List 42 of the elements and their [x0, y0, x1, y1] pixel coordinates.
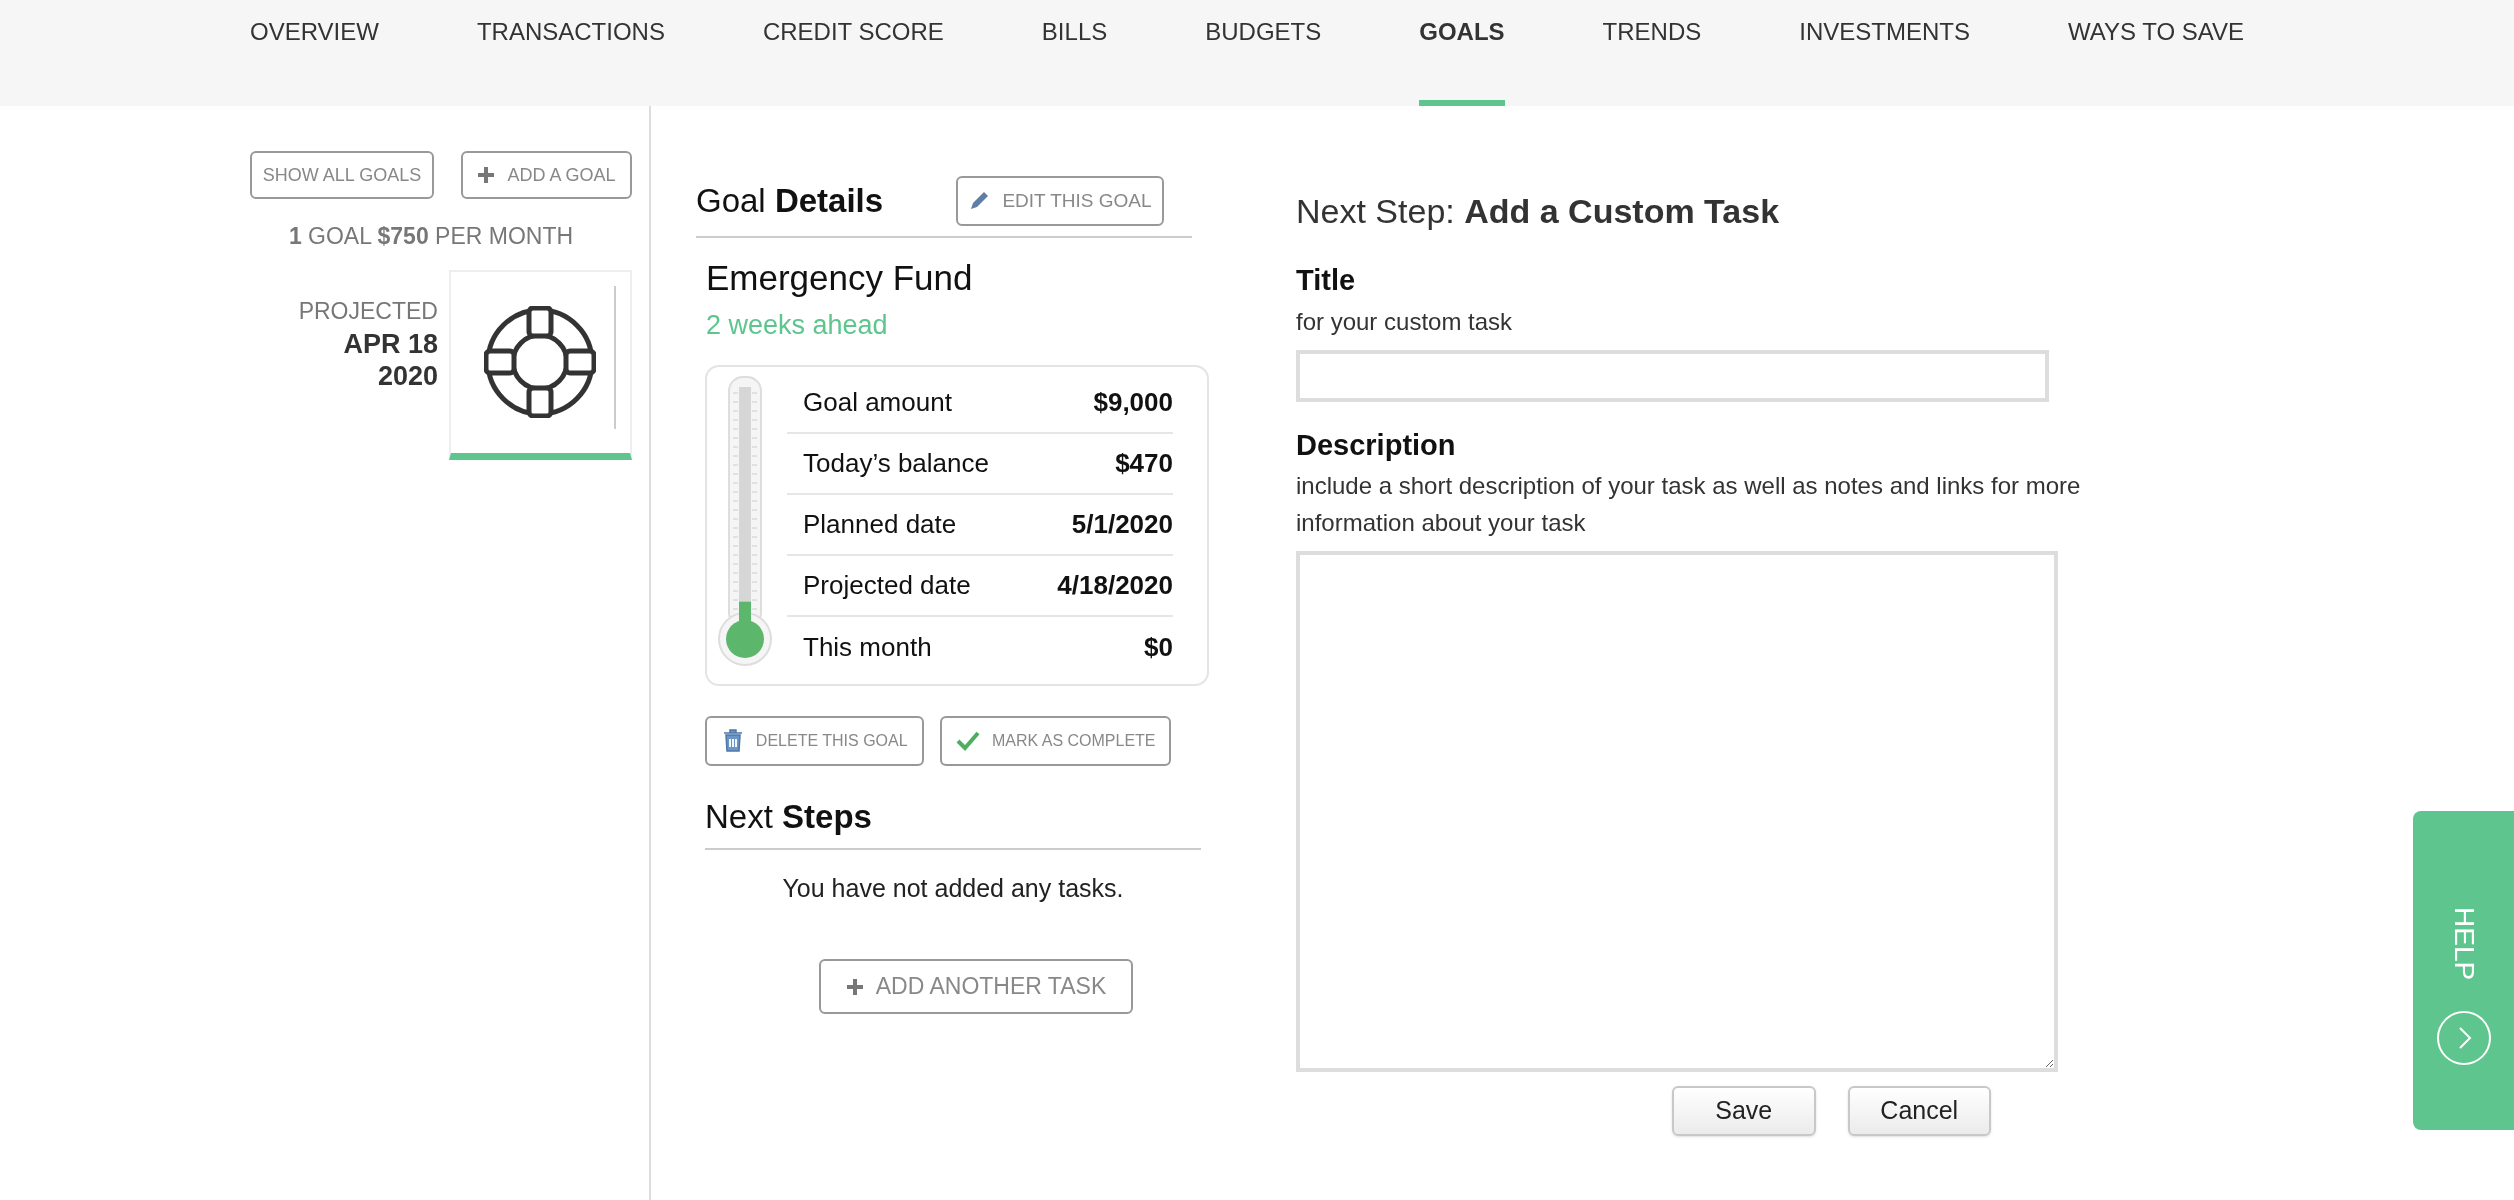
field-label: Title: [1296, 263, 1357, 298]
detail-value: 5/1/2020: [1071, 508, 1173, 541]
nav-tab[interactable]: BUDGETS: [1205, 0, 1322, 106]
projected-date: 2020: [376, 360, 438, 392]
field-hint: include a short description of your task as well as notes and links for more information about your task: [1296, 471, 2082, 538]
projected-label: PROJECTED: [297, 296, 438, 326]
detail-value: $470: [1115, 447, 1173, 480]
form-heading: Next Step: Add a Custom Task: [1296, 191, 1781, 232]
goal-status: 2 weeks ahead: [706, 308, 889, 342]
detail-value: 4/18/2020: [1057, 569, 1173, 602]
delete-goal-button[interactable]: DELETE THIS GOAL: [705, 716, 925, 766]
detail-value: $0: [1144, 631, 1173, 664]
add-task-button[interactable]: ADD ANOTHER TASK: [819, 959, 1133, 1014]
empty-tasks-message: You have not added any tasks.: [781, 872, 1125, 904]
detail-label: Today’s balance: [803, 447, 989, 480]
mark-complete-button[interactable]: MARK AS COMPLETE: [940, 716, 1171, 766]
detail-label: Projected date: [803, 569, 971, 602]
nav-tab[interactable]: WAYS TO SAVE: [2067, 0, 2245, 106]
nav-tab[interactable]: TRANSACTIONS: [476, 0, 665, 106]
detail-label: Planned date: [803, 508, 957, 541]
detail-label: This month: [803, 631, 932, 664]
add-goal-button[interactable]: ADD A GOAL: [460, 151, 632, 199]
edit-goal-button[interactable]: EDIT THIS GOAL: [956, 176, 1164, 226]
section-heading: Goal Details: [696, 181, 884, 222]
nav-tab[interactable]: INVESTMENTS: [1799, 0, 1970, 106]
nav-tab[interactable]: CREDIT SCORE: [762, 0, 944, 106]
field-label: Description: [1296, 427, 1457, 463]
goal-name: Emergency Fund: [706, 257, 974, 299]
nav-tab[interactable]: BILLS: [1041, 0, 1108, 106]
field-hint: for your custom task: [1296, 306, 1514, 337]
nav-tab[interactable]: OVERVIEW: [250, 0, 379, 106]
section-heading: Next Steps: [705, 797, 873, 837]
help-label: HELP: [2447, 907, 2481, 981]
nav-tab[interactable]: TRENDS: [1602, 0, 1702, 106]
detail-value: $9,000: [1093, 386, 1173, 419]
detail-label: Goal amount: [803, 386, 952, 419]
projected-date: APR 18: [342, 328, 438, 360]
save-button[interactable]: Save: [1672, 1086, 1816, 1136]
cancel-button[interactable]: Cancel: [1847, 1086, 1991, 1136]
nav-tab[interactable]: GOALS: [1419, 0, 1505, 106]
goal-summary: 1 GOAL $750 PER MONTH: [287, 222, 575, 251]
show-goals-button[interactable]: SHOW ALL GOALS: [250, 151, 434, 199]
